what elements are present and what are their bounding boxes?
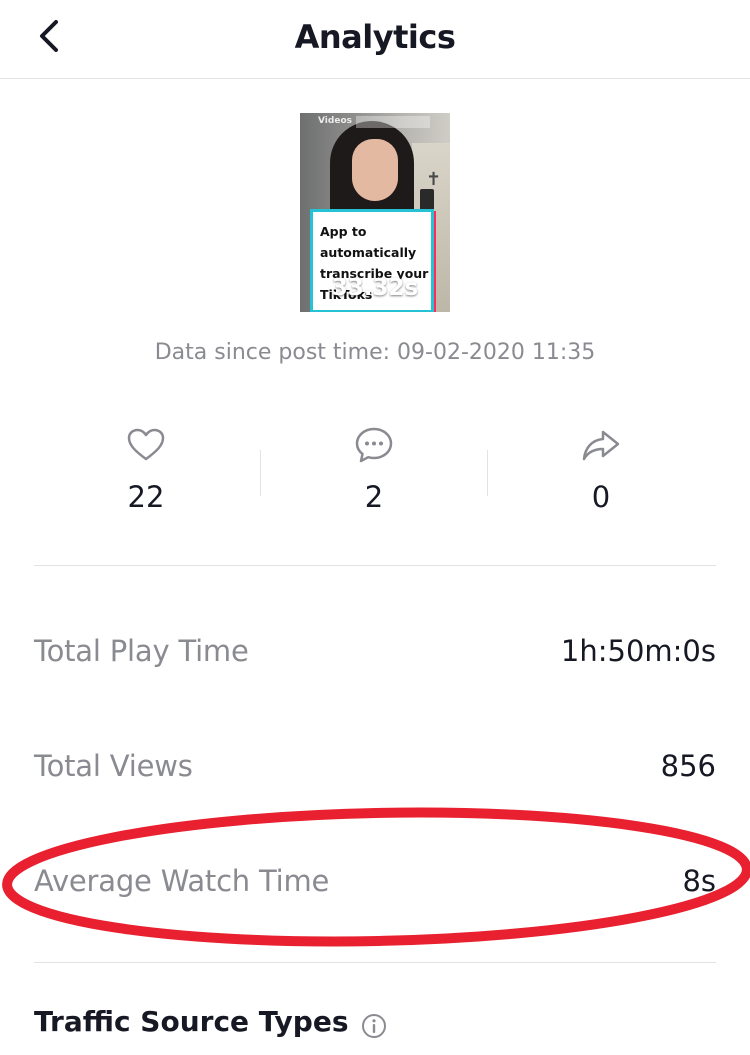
thumbnail-watermark-bar <box>356 116 430 128</box>
header-bar: Analytics <box>0 0 750 79</box>
metric-value: 8s <box>682 864 716 898</box>
video-thumbnail[interactable]: ✝ Videos App to automatically transcribe… <box>300 113 450 312</box>
heart-icon <box>127 428 165 461</box>
video-duration: 33.32s <box>331 275 419 301</box>
metric-value: 1h:50m:0s <box>560 634 716 668</box>
metric-label: Total Play Time <box>34 634 249 668</box>
info-icon <box>362 1014 386 1038</box>
thumbnail-watermark: Videos <box>318 116 352 126</box>
shares-count: 0 <box>591 480 611 514</box>
metric-label: Average Watch Time <box>34 864 330 898</box>
page-title: Analytics <box>294 18 456 56</box>
thumbnail-person-face <box>352 139 398 201</box>
metric-row-average-watch-time: Average Watch Time 8s <box>34 864 716 904</box>
data-since-text: Data since post time: 09-02-2020 11:35 <box>154 340 596 365</box>
metric-label: Total Views <box>34 749 193 783</box>
thumbnail-cross: ✝ <box>426 169 442 190</box>
stat-divider <box>260 450 261 496</box>
shares-stat: 0 <box>501 424 701 514</box>
stat-divider <box>487 450 488 496</box>
metric-row-total-play-time: Total Play Time 1h:50m:0s <box>34 634 716 674</box>
likes-stat: 22 <box>46 424 246 514</box>
metric-value: 856 <box>660 749 716 783</box>
metric-row-total-views: Total Views 856 <box>34 749 716 789</box>
comments-stat: 2 <box>274 424 474 514</box>
traffic-source-title: Traffic Source Types <box>34 1005 349 1038</box>
info-button[interactable] <box>360 1012 388 1040</box>
comments-count: 2 <box>364 480 384 514</box>
share-icon <box>582 430 620 461</box>
section-divider <box>34 565 716 566</box>
section-divider <box>34 962 716 963</box>
comment-icon <box>355 427 393 463</box>
likes-count: 22 <box>127 480 165 514</box>
